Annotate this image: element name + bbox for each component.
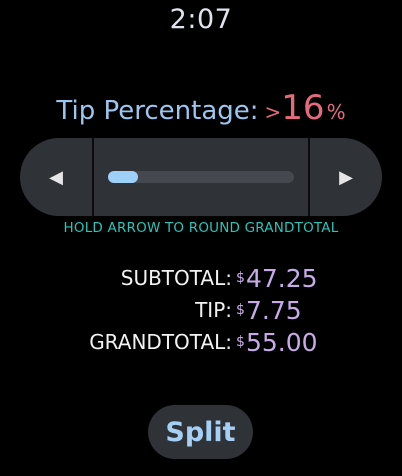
tip-amount-value: 7.75 <box>246 296 302 325</box>
tip-progress-track[interactable] <box>108 171 294 183</box>
subtotal-value: 47.25 <box>246 264 318 293</box>
split-button[interactable]: Split <box>148 405 253 459</box>
decrease-tip-button[interactable]: ◀ <box>20 138 92 216</box>
subtotal-label: SUBTOTAL: <box>120 266 232 290</box>
tip-percent-sign: % <box>326 100 346 124</box>
grandtotal-currency: $ <box>236 334 245 350</box>
triangle-left-icon: ◀ <box>49 166 63 188</box>
tip-percentage-display: Tip Percentage: >16% <box>0 88 402 128</box>
tip-amount-row: TIP: $ 7.75 <box>0 294 402 326</box>
tip-progress-fill <box>108 171 138 183</box>
grandtotal-row: GRANDTOTAL: $ 55.00 <box>0 326 402 358</box>
clock-time: 2:07 <box>169 4 233 35</box>
subtotal-row: SUBTOTAL: $ 47.25 <box>0 262 402 294</box>
tip-amount-currency: $ <box>236 302 245 318</box>
totals-summary: SUBTOTAL: $ 47.25 TIP: $ 7.75 GRANDTOTAL… <box>0 262 402 358</box>
grandtotal-label: GRANDTOTAL: <box>89 330 232 354</box>
grandtotal-value: 55.00 <box>246 328 318 357</box>
tip-percentage-value: 16 <box>281 88 325 128</box>
tip-slider[interactable]: ◀ ▶ <box>20 138 382 216</box>
round-hint-text: HOLD ARROW TO ROUND GRANDTOTAL <box>63 220 339 236</box>
subtotal-currency: $ <box>236 270 245 286</box>
tip-percentage-label: Tip Percentage: <box>56 96 259 126</box>
tip-more-indicator: > <box>264 100 282 124</box>
triangle-right-icon: ▶ <box>339 166 353 188</box>
increase-tip-button[interactable]: ▶ <box>310 138 382 216</box>
tip-amount-label: TIP: <box>195 298 232 322</box>
slider-divider-left <box>92 138 94 216</box>
